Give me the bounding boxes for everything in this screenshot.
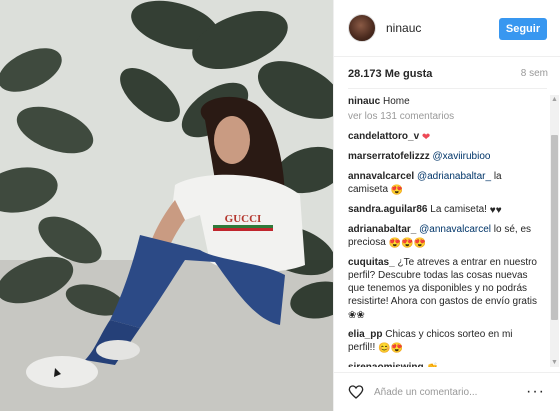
comment-username[interactable]: elia_pp xyxy=(348,329,382,340)
smiling-face-icon: 😊 xyxy=(378,343,391,354)
comment-item: marserratofelizzz @xaviirubioo xyxy=(348,150,538,163)
comment-username[interactable]: marserratofelizzz xyxy=(348,151,430,162)
comment-username[interactable]: sandra.aguilar86 xyxy=(348,204,427,215)
red-heart-icon: ❤ xyxy=(421,132,431,143)
scrollbar-thumb[interactable] xyxy=(551,135,558,320)
post-username[interactable]: ninauc xyxy=(386,21,421,35)
comments-scrollbar[interactable]: ▲ ▼ xyxy=(550,95,559,367)
sneaker-right xyxy=(96,340,140,360)
heart-eyes-icon: 😍 xyxy=(388,238,402,249)
heart-eyes-icon: 😍 xyxy=(413,238,426,249)
blossom-icon: ❀ xyxy=(356,310,365,321)
comment-item: annavalcarcel @adrianabaltar_ la camiset… xyxy=(348,170,538,196)
tshirt-stripe-red xyxy=(213,228,273,231)
comment-username[interactable]: sirenaomiswing xyxy=(348,362,424,367)
meta-divider xyxy=(348,88,547,89)
comment-item: candelattoro_v ❤ xyxy=(348,130,538,143)
post-time[interactable]: 8 sem xyxy=(521,68,548,79)
comment-mention[interactable]: @xaviirubioo xyxy=(432,151,490,162)
comment-mention[interactable]: @adrianabaltar_ xyxy=(417,171,491,182)
scroll-down-arrow-icon[interactable]: ▼ xyxy=(550,358,559,367)
clapping-hands-icon: 👏 xyxy=(426,364,438,368)
comment-text: La camiseta! xyxy=(430,204,487,215)
post-photo[interactable]: GUCCI xyxy=(0,0,333,411)
post-meta: 28.173 Me gusta 8 sem xyxy=(348,68,548,84)
likes-count[interactable]: 28.173 Me gusta xyxy=(348,68,432,80)
tshirt-gucci-print: GUCCI xyxy=(225,213,262,225)
scroll-up-arrow-icon[interactable]: ▲ xyxy=(550,95,559,104)
comment-item: sandra.aguilar86 La camiseta! ♥♥ xyxy=(348,203,538,216)
comment-input[interactable] xyxy=(374,386,509,398)
avatar[interactable] xyxy=(348,14,376,42)
black-heart-icon: ♥ xyxy=(495,205,502,216)
comment-item: adrianabaltar_ @annavalcarcel lo sé, es … xyxy=(348,223,538,249)
follow-button[interactable]: Seguir xyxy=(499,18,547,40)
comment-item: sirenaomiswing 👏 xyxy=(348,361,538,367)
comment-entries: candelattoro_v ❤ marserratofelizzz @xavii… xyxy=(348,130,538,367)
blossom-icon: ❀ xyxy=(348,310,357,321)
post-caption: ninauc Home xyxy=(348,95,538,108)
heart-eyes-icon: 😍 xyxy=(390,343,403,354)
sneaker-left xyxy=(26,356,98,388)
more-options-icon[interactable]: ··· xyxy=(526,383,545,401)
post-side-panel: ninauc Seguir 28.173 Me gusta 8 sem nina… xyxy=(333,0,560,411)
comment-username[interactable]: candelattoro_v xyxy=(348,131,419,142)
comment-item: elia_pp Chicas y chicos sorteo en mi per… xyxy=(348,328,538,354)
heart-eyes-icon: 😍 xyxy=(390,185,404,196)
heart-eyes-icon: 😍 xyxy=(401,238,414,249)
woman-face xyxy=(214,116,250,164)
comment-username[interactable]: cuquitas_ xyxy=(348,257,395,268)
caption-text: Home xyxy=(383,96,410,107)
photo-illustration: GUCCI xyxy=(0,0,333,411)
post-header: ninauc Seguir xyxy=(334,0,560,57)
comment-bar: ··· xyxy=(334,372,560,411)
view-all-comments-link[interactable]: ver los 131 comentarios xyxy=(348,111,538,122)
comment-item: cuquitas_ ¿Te atreves a entrar en nuestr… xyxy=(348,256,538,321)
caption-username[interactable]: ninauc xyxy=(348,96,380,107)
comment-username[interactable]: annavalcarcel xyxy=(348,171,414,182)
comments-list[interactable]: ninauc Home ver los 131 comentarios cand… xyxy=(348,95,538,367)
comment-mention[interactable]: @annavalcarcel xyxy=(419,224,491,235)
like-heart-icon[interactable] xyxy=(348,384,364,400)
tshirt-stripe-green xyxy=(213,225,273,228)
comment-username[interactable]: adrianabaltar_ xyxy=(348,224,416,235)
